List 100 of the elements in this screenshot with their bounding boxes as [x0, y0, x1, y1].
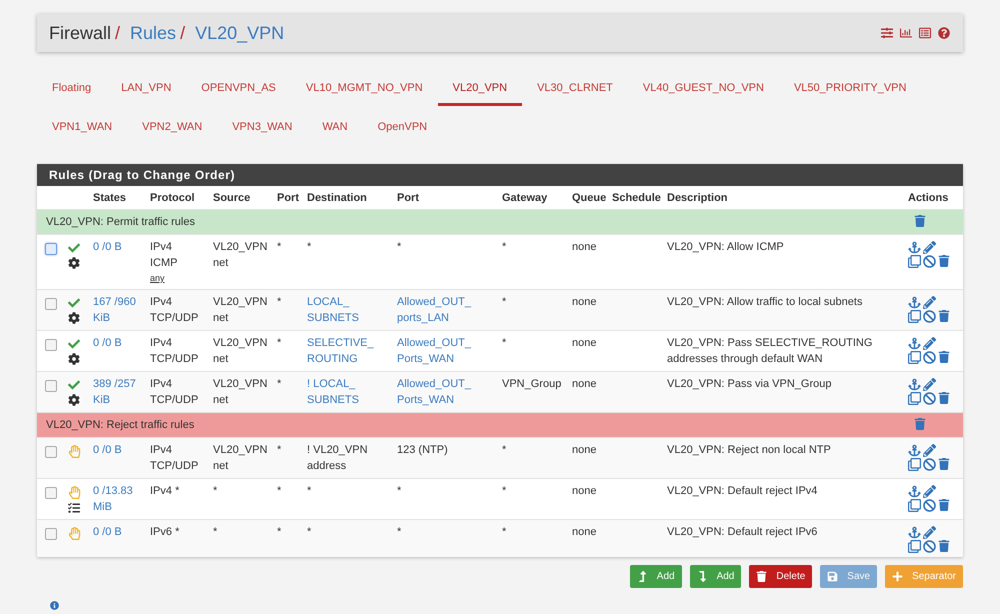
- sliders-icon[interactable]: [881, 27, 893, 39]
- trash-icon[interactable]: [938, 351, 950, 363]
- tab[interactable]: LAN_VPN: [106, 70, 186, 106]
- copy-icon[interactable]: [908, 310, 921, 323]
- trash-icon[interactable]: [938, 310, 950, 322]
- tab[interactable]: VPN2_WAN: [127, 109, 218, 145]
- tab[interactable]: OPENVPN_AS: [186, 70, 291, 106]
- column-header: Port: [397, 192, 419, 204]
- list-icon[interactable]: [919, 27, 931, 39]
- address-text: *: [307, 525, 312, 540]
- alias-link[interactable]: SELECTIVE_ROUTING: [307, 336, 391, 367]
- bar-chart-icon[interactable]: [900, 27, 912, 39]
- description-text: VL20_VPN: Pass via VPN_Group: [667, 377, 832, 392]
- pencil-icon[interactable]: [923, 337, 936, 350]
- tab[interactable]: Floating: [37, 70, 106, 106]
- states-link[interactable]: 389 /257 KiB: [93, 377, 144, 408]
- separator-label: VL20_VPN: Permit traffic rules: [46, 216, 195, 228]
- pencil-icon[interactable]: [923, 378, 936, 391]
- states-link[interactable]: 0 /0 B: [93, 525, 122, 540]
- tab[interactable]: VL10_MGMT_NO_VPN: [290, 70, 438, 106]
- anchor-icon[interactable]: [908, 526, 921, 539]
- states-link[interactable]: 0 /13.83 MiB: [93, 484, 144, 515]
- icmp-type-link[interactable]: any: [150, 271, 165, 285]
- copy-icon[interactable]: [908, 351, 921, 364]
- states-link[interactable]: 0 /0 B: [93, 336, 122, 352]
- copy-icon[interactable]: [908, 255, 921, 268]
- help-icon[interactable]: [938, 27, 950, 39]
- address-text: *: [307, 484, 312, 499]
- tab[interactable]: VPN1_WAN: [37, 109, 128, 145]
- breadcrumb-link[interactable]: Rules: [130, 22, 176, 44]
- copy-icon[interactable]: [908, 540, 921, 553]
- copy-icon[interactable]: [908, 392, 921, 405]
- states-link[interactable]: 0 /0 B: [93, 240, 122, 256]
- trash-icon[interactable]: [938, 540, 950, 552]
- tab[interactable]: VL40_GUEST_NO_VPN: [628, 70, 779, 106]
- port-text: *: [277, 484, 282, 499]
- address-text: *: [397, 484, 402, 499]
- states-link[interactable]: 0 /0 B: [93, 443, 122, 458]
- pencil-icon[interactable]: [923, 526, 936, 539]
- checkbox[interactable]: [45, 243, 57, 255]
- alias-link[interactable]: Allowed_OUT_Ports_WAN: [397, 377, 496, 408]
- checkbox[interactable]: [45, 487, 57, 499]
- checkbox[interactable]: [45, 380, 57, 392]
- anchor-icon[interactable]: [908, 337, 921, 350]
- ban-icon[interactable]: [923, 392, 936, 405]
- plus-icon: [892, 571, 904, 582]
- trash-icon[interactable]: [938, 458, 950, 470]
- tab[interactable]: OpenVPN: [362, 109, 442, 145]
- tab[interactable]: VL50_PRIORITY_VPN: [778, 70, 922, 106]
- trash-icon[interactable]: [938, 255, 950, 267]
- ban-icon[interactable]: [923, 458, 936, 471]
- column-header: Actions: [908, 192, 948, 204]
- queue-text: none: [572, 377, 596, 392]
- anchor-icon[interactable]: [908, 296, 921, 309]
- states-link[interactable]: 167 /960 KiB: [93, 295, 144, 326]
- breadcrumb-link[interactable]: VL20_VPN: [195, 22, 284, 44]
- tab[interactable]: VL20_VPN: [438, 70, 522, 106]
- pencil-icon[interactable]: [923, 485, 936, 498]
- trash-icon: [756, 571, 768, 582]
- alias-link[interactable]: Allowed_OUT_ports_LAN: [397, 295, 496, 326]
- above-button[interactable]: Add: [630, 565, 682, 588]
- gateway-text: VPN_Group: [502, 377, 562, 392]
- ban-icon[interactable]: [923, 540, 936, 553]
- port-text: *: [277, 336, 282, 351]
- alias-link[interactable]: Allowed_OUT_Ports_WAN: [397, 336, 496, 367]
- alias-link[interactable]: LOCAL_SUBNETS: [307, 295, 391, 326]
- info-icon[interactable]: [50, 601, 59, 610]
- anchor-icon[interactable]: [908, 241, 921, 254]
- anchor-icon[interactable]: [908, 444, 921, 457]
- ban-icon[interactable]: [923, 351, 936, 364]
- delete-button[interactable]: Delete: [749, 565, 812, 588]
- pencil-icon[interactable]: [923, 241, 936, 254]
- ban-icon[interactable]: [923, 310, 936, 323]
- source-text: *: [213, 525, 218, 540]
- checkbox[interactable]: [45, 528, 57, 540]
- checkbox[interactable]: [45, 339, 57, 351]
- trash-icon[interactable]: [938, 499, 950, 511]
- protocol-text: IPv4 *: [150, 484, 180, 499]
- below-button[interactable]: Add: [690, 565, 742, 588]
- tab[interactable]: WAN: [307, 109, 363, 145]
- tab[interactable]: VPN3_WAN: [217, 109, 308, 145]
- tab[interactable]: VL30_CLRNET: [522, 70, 628, 106]
- description-text: VL20_VPN: Pass SELECTIVE_ROUTING addresses through default WAN: [667, 336, 874, 366]
- checkbox[interactable]: [45, 298, 57, 310]
- pencil-icon[interactable]: [923, 444, 936, 457]
- anchor-icon[interactable]: [908, 485, 921, 498]
- pencil-icon[interactable]: [923, 296, 936, 309]
- anchor-icon[interactable]: [908, 378, 921, 391]
- source-text: VL20_VPN net: [213, 336, 268, 366]
- alias-link[interactable]: ! LOCAL_SUBNETS: [307, 377, 391, 408]
- checkbox[interactable]: [45, 446, 57, 458]
- ban-icon[interactable]: [923, 255, 936, 268]
- trash-icon[interactable]: [914, 214, 926, 226]
- column-header: Destination: [307, 192, 367, 204]
- port-text: *: [277, 377, 282, 392]
- copy-icon[interactable]: [908, 499, 921, 512]
- queue-text: none: [572, 525, 596, 540]
- copy-icon[interactable]: [908, 458, 921, 471]
- ban-icon[interactable]: [923, 499, 936, 512]
- trash-icon[interactable]: [938, 392, 950, 404]
